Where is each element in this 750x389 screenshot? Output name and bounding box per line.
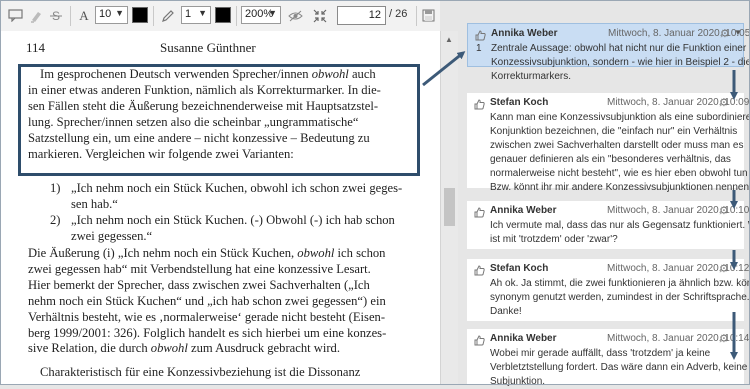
example-line: „Ich nehm noch ein Stück Kuchen, obwohl … (71, 181, 403, 195)
comment-card[interactable]: Annika Weber Mittwoch, 8. Januar 2020, 1… (467, 201, 750, 249)
toolbar-separator (70, 6, 71, 26)
thumbs-up-icon[interactable] (474, 207, 485, 218)
scroll-up-icon[interactable]: ▲ (445, 35, 453, 44)
eye-hide-icon[interactable] (285, 0, 305, 31)
example-number: 1) (50, 181, 61, 195)
save-icon[interactable] (418, 0, 438, 31)
comment-line: Korrekturmarkers. (491, 71, 572, 82)
highlight-box[interactable] (18, 64, 420, 176)
comment-line: normalerweise nicht besteht", wie es hie… (490, 168, 750, 179)
scrollbar-thumb[interactable] (444, 188, 455, 226)
gear-icon[interactable]: ⚙ (719, 204, 729, 217)
font-size-select[interactable]: 10 ▼ (95, 6, 128, 24)
comment-line: Kann man eine Konzessivsubjunktion als e… (490, 112, 750, 123)
comment-line: Verbletztstellung fordert. Das wäre dann… (490, 362, 748, 373)
example-line: sen hab.“ (71, 197, 118, 211)
document-page: 114 Susanne Günthner Im gesprochenen Deu… (0, 31, 440, 385)
font-size-value: 10 (99, 8, 112, 20)
toolbar-separator (153, 6, 154, 26)
paragraph: Die Äußerung (i) „Ich nehm noch ein Stüc… (28, 246, 414, 357)
paragraph-line: Hier bemerkt der Sprecher, dass zwischen… (28, 277, 370, 292)
comment-line: Ah ok. Ja stimmt, die zwei funktionieren… (490, 278, 750, 289)
paragraph-line: Die Äußerung (i) „Ich nehm noch ein Stüc… (28, 246, 386, 260)
text-icon[interactable]: A (76, 0, 92, 31)
comments-panel: 1 Annika Weber Mittwoch, 8. Januar 2020,… (458, 0, 750, 387)
chevron-down-icon: ▼ (115, 8, 124, 18)
comment-author: Annika Weber (490, 205, 557, 216)
paragraph: Charakteristisch für eine Konzessivbezie… (28, 365, 414, 381)
page-total: / 26 (389, 8, 408, 20)
paragraph-line: zwei gegessen hab“ mit Verbendstellung h… (28, 261, 371, 276)
zoom-select[interactable]: 200% ▼ (241, 6, 281, 24)
paragraph-line: Verhältnis besteht, wie es ‚normalerweis… (28, 309, 386, 324)
gear-icon[interactable]: ⚙ (720, 27, 730, 40)
comment-body: Ah ok. Ja stimmt, die zwei funktionieren… (490, 277, 750, 319)
example-number: 2) (50, 213, 61, 227)
example-2: 2) „Ich nehm noch ein Stück Kuchen. (-) … (50, 213, 420, 245)
running-head: Susanne Günthner (160, 40, 256, 55)
document-scrollbar[interactable]: ▲ (440, 31, 458, 385)
comment-author: Annika Weber (490, 333, 557, 344)
toolbar-separator (416, 6, 417, 26)
comment-body: Wobei mir gerade auffällt, dass 'trotzde… (490, 347, 748, 389)
comment-icon[interactable] (4, 0, 26, 31)
comment-line: zwischen zwei Sachverhalten darstellt od… (490, 140, 744, 151)
line-width-value: 1 (185, 8, 192, 20)
paragraph-line: sive Relation, die durch obwohl zum Ausd… (28, 341, 340, 356)
page-number-input[interactable]: 12 (337, 6, 386, 25)
chevron-down-icon: ▼ (198, 8, 207, 18)
paragraph-line: nehm noch ein Stück Kuchen“ und „ich hab… (28, 293, 386, 308)
comment-body: Kann man eine Konzessivsubjunktion als e… (490, 111, 750, 195)
text-color-swatch[interactable] (132, 7, 148, 23)
comment-line: Ich vermute mal, dass das nur als Gegens… (490, 220, 750, 231)
paragraph-line: berg 1999/2001: 326). Folglich handelt e… (28, 325, 387, 340)
comment-body: Zentrale Aussage: obwohl hat nicht nur d… (491, 42, 750, 84)
thumbs-up-icon[interactable] (475, 30, 486, 41)
comment-line: Bzw. könnt ihr mir andere Konzessivsubju… (490, 182, 750, 193)
comment-card[interactable]: 1 Annika Weber Mittwoch, 8. Januar 2020,… (467, 23, 750, 82)
line-width-select[interactable]: 1 ▼ (181, 6, 211, 24)
comment-author: Stefan Koch (490, 97, 549, 108)
example-1: 1) „Ich nehm noch ein Stück Kuchen, obwo… (50, 181, 420, 213)
comment-line: Konzessivsubjunktion, sondern - wie hier… (491, 57, 750, 68)
like-count: 1 (476, 43, 482, 54)
comment-author: Annika Weber (491, 28, 558, 39)
comment-author: Stefan Koch (490, 263, 549, 274)
comment-line: Zentrale Aussage: obwohl hat nicht nur d… (491, 43, 747, 54)
toolbar-separator (236, 6, 237, 26)
line-color-swatch[interactable] (215, 7, 231, 23)
page-number: 114 (26, 40, 46, 55)
comment-card[interactable]: Annika Weber Mittwoch, 8. Januar 2020, 1… (467, 329, 749, 387)
toolbar: S A 10 ▼ 1 ▼ 200% ▼ 12 / 26 (0, 0, 440, 32)
pen-icon[interactable] (158, 0, 178, 31)
strikethrough-icon[interactable]: S (46, 0, 66, 31)
chevron-down-icon: ▼ (268, 8, 277, 18)
highlighter-icon[interactable] (26, 0, 46, 31)
gear-icon[interactable]: ⚙ (719, 262, 729, 275)
paragraph-line: Charakteristisch für eine Konzessivbezie… (40, 365, 361, 379)
chevron-down-icon[interactable]: ▼ (734, 28, 742, 37)
gear-icon[interactable]: ⚙ (719, 332, 729, 345)
example-line: zwei gegessen.“ (71, 229, 153, 243)
comment-line: Konjunktion bezeichnen, die "einfach nur… (490, 126, 738, 137)
comment-line: ist mit 'trotzdem' oder 'zwar'? (490, 234, 618, 245)
gear-icon[interactable]: ⚙ (719, 96, 729, 109)
thumbs-up-icon[interactable] (474, 335, 485, 346)
comment-card[interactable]: Stefan Koch Mittwoch, 8. Januar 2020, 10… (467, 93, 750, 193)
comment-card[interactable]: Stefan Koch Mittwoch, 8. Januar 2020, 10… (467, 259, 750, 321)
thumbs-up-icon[interactable] (474, 265, 485, 276)
comment-line: Subjunktion. (490, 376, 546, 387)
collapse-icon[interactable] (310, 0, 330, 31)
comment-line: Danke! (490, 306, 522, 317)
comment-line: Wobei mir gerade auffällt, dass 'trotzde… (490, 348, 711, 359)
comment-line: synonym genutzt werden, zumindest in der… (490, 292, 750, 303)
comment-body: Ich vermute mal, dass das nur als Gegens… (490, 219, 750, 247)
comment-line: genauer definieren als ein "besonderes v… (490, 154, 731, 165)
thumbs-up-icon[interactable] (474, 99, 485, 110)
example-line: „Ich nehm noch ein Stück Kuchen. (-) Obw… (71, 213, 395, 227)
